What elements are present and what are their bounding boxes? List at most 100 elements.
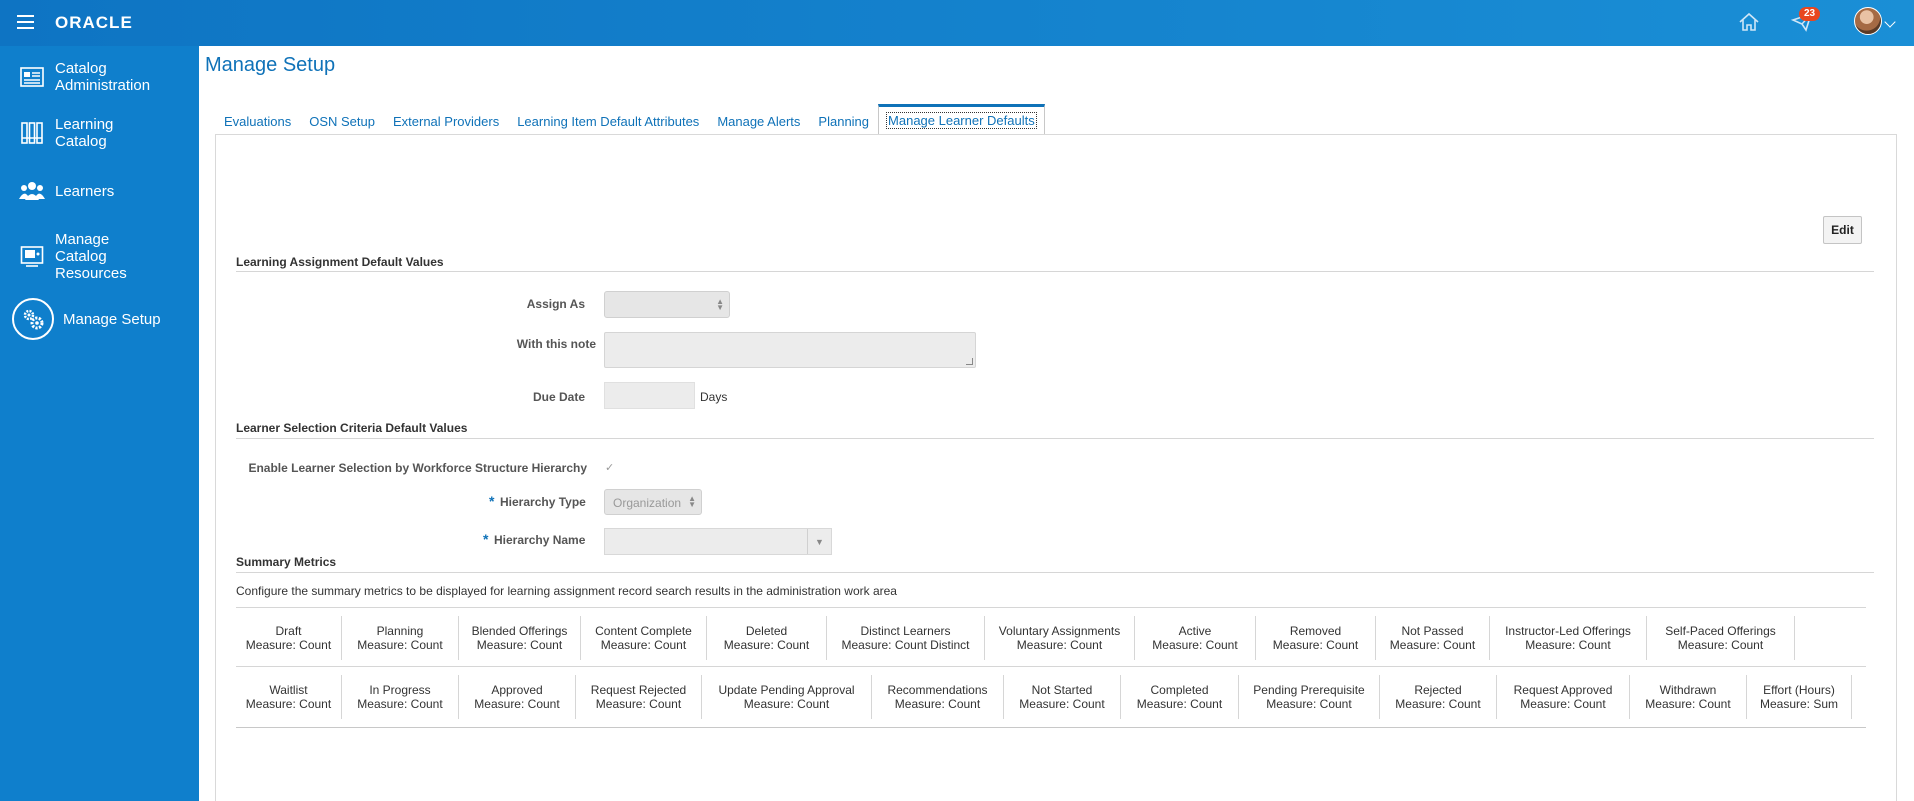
metric-measure: Measure: Count (1677, 638, 1764, 652)
sidebar-item-learners[interactable]: Learners (0, 178, 199, 204)
tab-evaluations[interactable]: Evaluations (215, 114, 300, 135)
metric-tile[interactable]: Request Approved Measure: Count (1497, 675, 1630, 719)
metric-name: Removed (1289, 624, 1342, 638)
metric-tile[interactable]: Self-Paced Offerings Measure: Count (1647, 616, 1795, 660)
metric-tile[interactable]: Planning Measure: Count (342, 616, 459, 660)
section-heading-assignment: Learning Assignment Default Values (236, 255, 444, 269)
metric-tile[interactable]: Not Started Measure: Count (1004, 675, 1121, 719)
metric-tile[interactable]: Update Pending Approval Measure: Count (702, 675, 872, 719)
metric-measure: Measure: Count (476, 638, 563, 652)
sidebar-item-catalog-administration[interactable]: Catalog Administration (0, 60, 199, 94)
metric-tile[interactable]: Voluntary Assignments Measure: Count (985, 616, 1135, 660)
metric-name: Distinct Learners (860, 624, 951, 638)
sidebar-item-manage-catalog-resources[interactable]: Manage Catalog Resources (0, 230, 199, 282)
divider (236, 271, 1874, 272)
metric-tile[interactable]: Pending Prerequisite Measure: Count (1239, 675, 1380, 719)
metric-tile[interactable]: Content Complete Measure: Count (581, 616, 707, 660)
tab-manage-alerts[interactable]: Manage Alerts (708, 114, 809, 135)
metric-tile[interactable]: Blended Offerings Measure: Count (459, 616, 581, 660)
metric-measure: Measure: Count (1520, 697, 1606, 711)
resources-icon (19, 243, 45, 269)
metric-tile[interactable]: Draft Measure: Count (236, 616, 342, 660)
sidebar-item-learning-catalog[interactable]: Learning Catalog (0, 116, 199, 150)
top-bar: ORACLE 23 (0, 0, 1914, 46)
metric-tile[interactable]: Withdrawn Measure: Count (1630, 675, 1747, 719)
tab-manage-learner-defaults[interactable]: Manage Learner Defaults (878, 104, 1045, 136)
metric-measure: Measure: Count (357, 638, 443, 652)
metric-name: Self-Paced Offerings (1665, 624, 1776, 638)
metric-name: Voluntary Assignments (998, 624, 1121, 638)
tab-label: Manage Learner Defaults (886, 112, 1037, 129)
metric-name: Active (1178, 624, 1212, 638)
metric-name: Not Started (1031, 683, 1093, 697)
metric-name: Pending Prerequisite (1253, 683, 1365, 697)
resize-grip-icon[interactable] (966, 358, 973, 365)
chevron-down-icon[interactable] (1884, 16, 1896, 28)
metric-measure: Measure: Count (1016, 638, 1103, 652)
metric-name: Recommendations (887, 683, 988, 697)
divider (236, 438, 1874, 439)
metric-tile[interactable]: Completed Measure: Count (1121, 675, 1239, 719)
metric-name: Withdrawn (1659, 683, 1717, 697)
metric-tile[interactable]: Distinct Learners Measure: Count Distinct (827, 616, 985, 660)
hierarchy-name-combobox[interactable]: ▼ (604, 528, 832, 555)
metric-tile[interactable]: Active Measure: Count (1135, 616, 1256, 660)
metric-measure: Measure: Count (245, 638, 332, 652)
metric-tile[interactable]: Deleted Measure: Count (707, 616, 827, 660)
metric-measure: Measure: Count (357, 697, 443, 711)
metric-measure: Measure: Count (595, 697, 682, 711)
sidebar-item-label: Resources (55, 264, 127, 282)
tab-external-providers[interactable]: External Providers (384, 114, 508, 135)
tab-planning[interactable]: Planning (809, 114, 878, 135)
sidebar-item-label: Learners (55, 182, 115, 200)
notification-count-badge[interactable]: 23 (1799, 7, 1821, 21)
metric-measure: Measure: Count (1152, 638, 1238, 652)
tab-osn-setup[interactable]: OSN Setup (300, 114, 384, 135)
metric-tile[interactable]: Not Passed Measure: Count (1376, 616, 1490, 660)
note-textarea[interactable] (604, 332, 976, 368)
metric-tile[interactable]: Request Rejected Measure: Count (576, 675, 702, 719)
metric-measure: Measure: Count (1525, 638, 1611, 652)
people-icon (19, 178, 45, 204)
sidebar-item-label: Catalog (55, 133, 107, 150)
metric-tile[interactable]: Instructor-Led Offerings Measure: Count (1490, 616, 1647, 660)
edit-button[interactable]: Edit (1823, 216, 1862, 244)
section-heading-selection: Learner Selection Criteria Default Value… (236, 421, 468, 435)
metric-measure: Measure: Count (600, 638, 687, 652)
metric-name: Draft (275, 624, 302, 638)
enable-selection-checkbox[interactable]: ✓ (605, 462, 617, 474)
metric-measure: Measure: Count (723, 638, 810, 652)
divider (236, 727, 1866, 728)
books-icon (19, 120, 45, 146)
hamburger-menu-icon[interactable] (17, 15, 34, 29)
metric-tile[interactable]: Rejected Measure: Count (1380, 675, 1497, 719)
tab-bar: Evaluations OSN Setup External Providers… (215, 103, 1045, 136)
metric-tile[interactable]: Waitlist Measure: Count (236, 675, 342, 719)
page-title: Manage Setup (205, 54, 336, 76)
sidebar-item-label: Learning (55, 116, 114, 133)
home-icon[interactable] (1737, 11, 1761, 33)
dropdown-arrow-icon[interactable]: ▼ (807, 529, 831, 554)
sidebar: Catalog Administration Learning Catalog … (0, 46, 199, 801)
metric-tile[interactable]: In Progress Measure: Count (342, 675, 459, 719)
user-avatar[interactable] (1854, 7, 1882, 35)
metric-name: Update Pending Approval (718, 683, 855, 697)
tab-learning-item-default-attributes[interactable]: Learning Item Default Attributes (508, 114, 708, 135)
sidebar-item-manage-setup[interactable]: Manage Setup (0, 297, 199, 341)
due-date-input[interactable] (604, 382, 695, 409)
metric-tile[interactable]: Recommendations Measure: Count (872, 675, 1004, 719)
metric-tile[interactable]: Effort (Hours) Measure: Sum (1747, 675, 1852, 719)
metric-name: Effort (Hours) (1763, 683, 1835, 697)
metric-measure: Measure: Count Distinct (841, 638, 970, 652)
metric-name: Not Passed (1401, 624, 1464, 638)
assign-as-label: Assign As (526, 297, 585, 311)
metric-measure: Measure: Count (474, 697, 560, 711)
required-icon: * (489, 493, 495, 509)
metric-measure: Measure: Count (1389, 638, 1476, 652)
metric-tile[interactable]: Removed Measure: Count (1256, 616, 1376, 660)
assign-as-select[interactable]: ▲ ▼ (604, 291, 730, 318)
metric-name: Instructor-Led Offerings (1505, 624, 1631, 638)
metric-name: Planning (376, 624, 424, 638)
hierarchy-type-select[interactable]: Organization ▲ ▼ (604, 489, 702, 515)
metric-tile[interactable]: Approved Measure: Count (459, 675, 576, 719)
